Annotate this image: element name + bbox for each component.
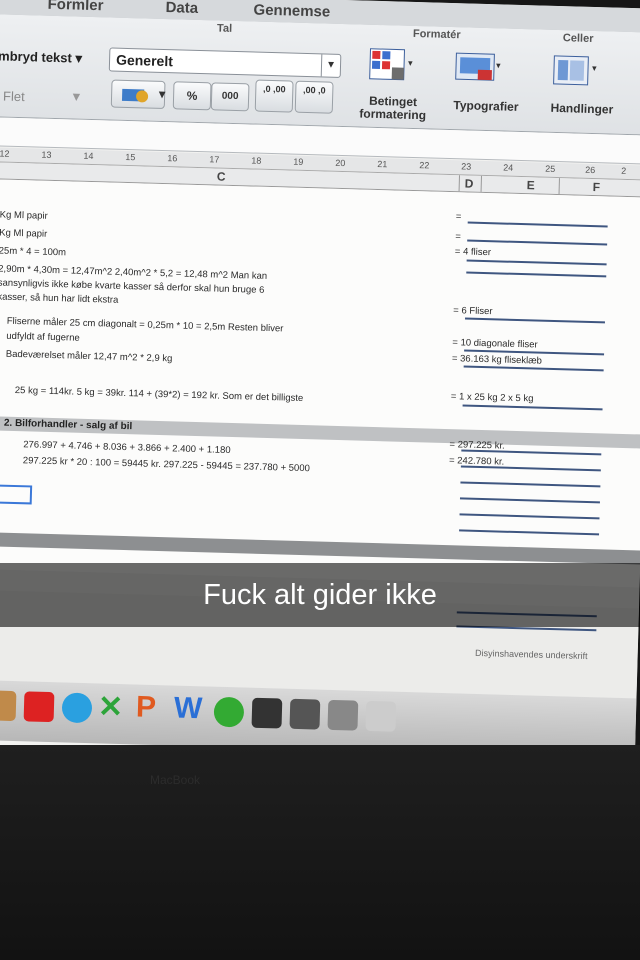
decimal-decrease-button[interactable]: ,00 ,0 <box>294 80 334 114</box>
ruler-number: 16 <box>167 153 178 164</box>
actions-icon[interactable]: ▾ <box>551 52 597 89</box>
answer-cell[interactable]: = 4 fliser <box>455 246 491 258</box>
ruler-number: 20 <box>335 157 346 169</box>
wrap-text-button[interactable]: mbryd tekst ▾ <box>0 48 82 66</box>
thousands-separator-button[interactable]: 000 <box>210 82 250 112</box>
brand-label: MacBook <box>150 773 201 787</box>
group-label-formater: Formatér <box>412 27 461 42</box>
laptop-screen: Formler Data Gennemse Tal Formatér Celle… <box>0 0 640 769</box>
merge-button[interactable]: Flet <box>3 89 25 105</box>
cell-text[interactable]: Kg Ml papir <box>0 209 48 221</box>
ruler-number: 25 <box>545 163 556 174</box>
chevron-down-icon: ▼ <box>320 54 341 77</box>
svg-text:▾: ▾ <box>408 58 413 68</box>
currency-dropdown-icon[interactable]: ▾ <box>153 81 172 107</box>
powerpoint-icon[interactable]: P <box>136 690 157 725</box>
ruler-number: 14 <box>83 150 94 162</box>
doc-app-icon[interactable] <box>327 699 359 731</box>
photo: Formler Data Gennemse Tal Formatér Celle… <box>0 0 640 960</box>
cell-text[interactable]: udfyldt af fugerne <box>6 331 80 344</box>
dark-app-icon[interactable] <box>251 697 283 729</box>
ruler-number: 22 <box>419 160 430 171</box>
column-divider <box>558 178 560 195</box>
percent-button[interactable]: % <box>172 81 212 111</box>
group-label-tal: Tal <box>216 22 233 35</box>
answer-cell[interactable]: = <box>456 211 462 222</box>
number-format-value: Generelt <box>115 51 174 70</box>
messages-icon[interactable] <box>213 696 245 728</box>
ruler-number: 12 <box>0 148 10 159</box>
ruler-number: 15 <box>125 151 136 163</box>
svg-text:▾: ▾ <box>496 60 501 70</box>
actions-label[interactable]: Handlinger <box>539 101 625 117</box>
cell-text[interactable]: 25m * 4 = 100m <box>0 245 66 258</box>
signature-label: Disyinshavendes underskrift <box>474 647 588 662</box>
screen-app-icon[interactable] <box>289 698 321 730</box>
conditional-formatting-icon[interactable]: ▾ <box>368 47 413 84</box>
ruler-number: 24 <box>503 162 514 173</box>
ruler-number: 26 <box>585 164 596 176</box>
currency-icon <box>121 88 149 103</box>
styles-icon[interactable]: ▾ <box>454 49 501 86</box>
skype-icon[interactable] <box>61 692 93 724</box>
ruler-number: 18 <box>251 155 262 166</box>
ruler-number: 2 <box>621 165 627 176</box>
ribbon: Tal Formatér Celler mbryd tekst ▾ Flet ▾… <box>0 13 640 136</box>
column-header-e[interactable]: E <box>527 178 535 192</box>
answer-cell[interactable]: = <box>455 231 461 242</box>
ruler-number: 13 <box>41 149 52 160</box>
ruler-number: 17 <box>209 154 220 165</box>
styles-label[interactable]: Typografier <box>441 98 531 115</box>
word-icon[interactable]: W <box>174 692 203 727</box>
answer-cell[interactable]: = 1 x 25 kg 2 x 5 kg <box>451 391 534 404</box>
ruler-number: 23 <box>461 161 472 172</box>
answer-cell[interactable]: = 6 Fliser <box>453 305 493 317</box>
laptop-bezel: MacBook <box>0 745 640 960</box>
column-header-f[interactable]: F <box>593 180 601 194</box>
ruler-number: 19 <box>293 156 304 167</box>
caption-overlay: Fuck alt gider ikke <box>0 563 640 627</box>
selected-cell[interactable] <box>0 484 33 505</box>
column-header-c[interactable]: C <box>217 170 226 184</box>
tab-data[interactable]: Data <box>165 0 198 17</box>
decimal-increase-button[interactable]: ,0 ,00 <box>254 79 294 113</box>
conditional-formatting-label[interactable]: Betinget formatering <box>353 94 434 123</box>
svg-text:▾: ▾ <box>592 63 597 73</box>
tab-gennemse[interactable]: Gennemse <box>253 1 330 20</box>
guitar-app-icon[interactable] <box>0 690 17 722</box>
number-format-dropdown[interactable]: Generelt ▼ <box>108 47 342 78</box>
wrap-text-label: mbryd tekst <box>0 48 73 66</box>
tab-formler[interactable]: Formler <box>47 0 103 14</box>
column-divider <box>480 175 483 192</box>
column-divider <box>458 175 461 192</box>
caption-text: Fuck alt gider ikke <box>203 579 437 611</box>
red-app-icon[interactable] <box>23 691 55 723</box>
group-label-celler: Celler <box>562 32 594 45</box>
worksheet[interactable] <box>0 178 640 588</box>
cell-text[interactable]: Kg Ml papir <box>0 227 47 239</box>
excel-icon[interactable]: ✕ <box>98 689 124 725</box>
section-title[interactable]: 2. Bilforhandler - salg af bil <box>4 418 133 433</box>
merge-dropdown-icon[interactable]: ▾ <box>73 88 80 104</box>
column-header-d[interactable]: D <box>465 176 474 190</box>
utility-app-icon[interactable] <box>365 700 397 732</box>
ruler-number: 21 <box>377 158 388 170</box>
